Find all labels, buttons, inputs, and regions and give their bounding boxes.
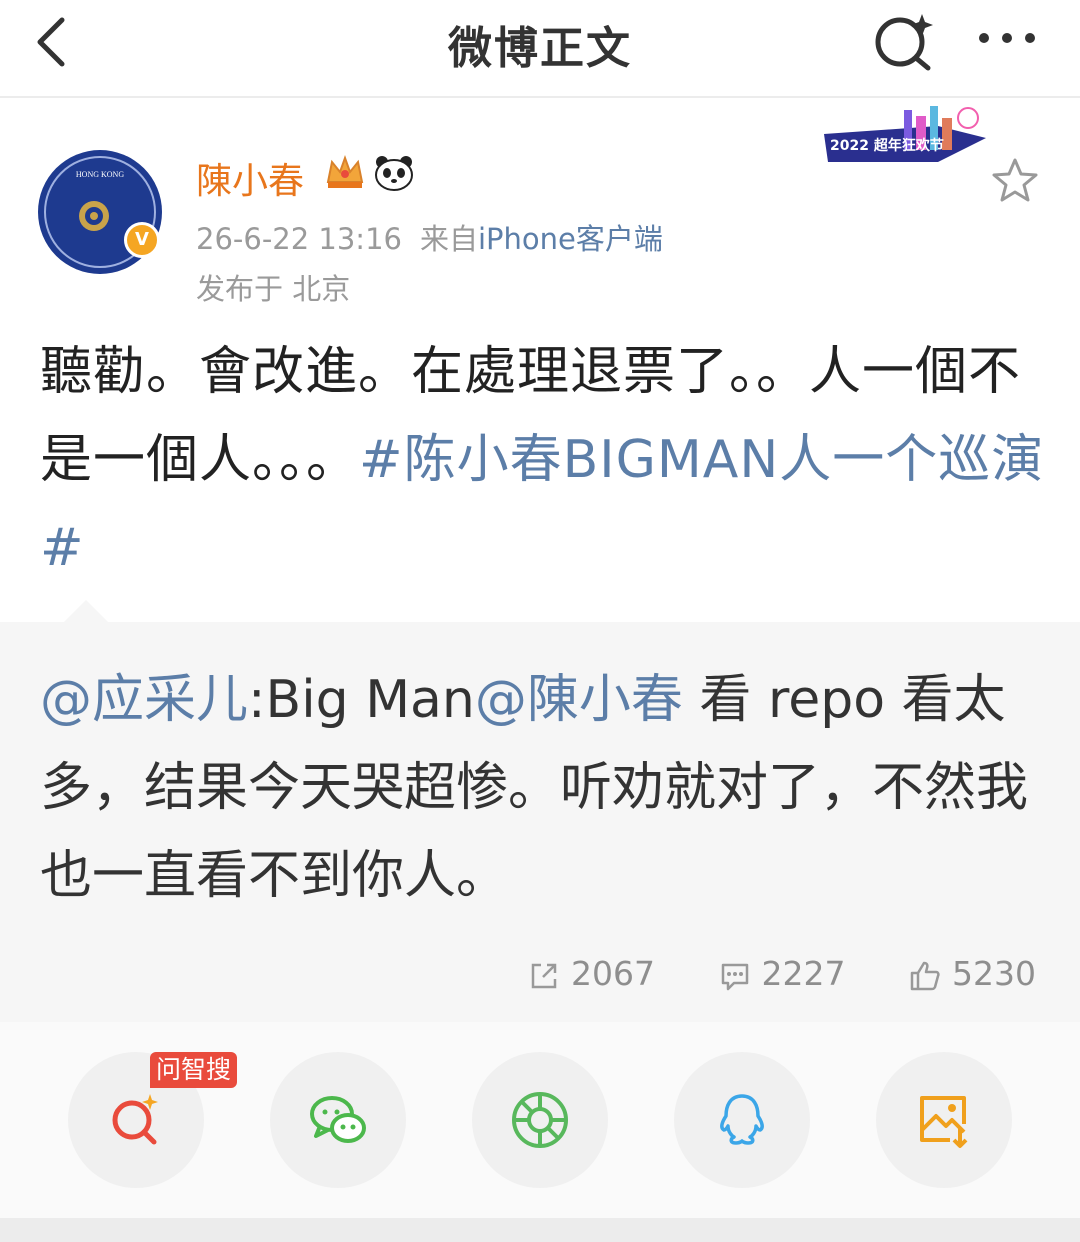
avatar-emblem-text: HONG KONG	[75, 170, 125, 179]
post-location: 发布于 北京	[196, 272, 351, 306]
search-sparkle-icon[interactable]	[868, 6, 940, 72]
ai-search-icon	[112, 1094, 158, 1145]
event-banner[interactable]: 2022 超年狂欢节	[818, 104, 990, 168]
post-content: 聽勸。會改進。在處理退票了。。人一個不是一個人。。。#陈小春BIGMAN人一个巡…	[40, 328, 1050, 592]
emblem-icon	[79, 201, 109, 231]
retweet-stats: 2067 2227 5230	[475, 952, 1036, 993]
comment-icon	[721, 963, 748, 990]
post-source[interactable]: iPhone客户端	[478, 222, 663, 256]
like-stat[interactable]: 5230	[908, 954, 1036, 993]
retweet-content: @应采儿:Big Man@陳小春 看 repo 看太多，结果今天哭超惨。听劝就对…	[40, 656, 1030, 920]
crown-badge-icon[interactable]	[324, 152, 366, 192]
comment-count: 2227	[761, 954, 846, 993]
repost-icon	[531, 963, 557, 988]
save-image-icon	[920, 1096, 968, 1148]
wechat-icon	[310, 1096, 366, 1143]
more-dots-icon[interactable]	[972, 14, 1042, 62]
like-count: 5230	[952, 954, 1036, 993]
wechat-share-button[interactable]	[270, 1052, 406, 1188]
save-image-button[interactable]	[876, 1052, 1012, 1188]
repost-stat[interactable]: 2067	[527, 954, 655, 993]
thumbs-up-icon	[910, 961, 940, 990]
share-bar: 问智搜	[0, 1022, 1080, 1218]
retweet-text-a: :Big Man	[248, 670, 475, 730]
qq-icon	[720, 1094, 764, 1145]
top-nav-bar: 微博正文	[0, 0, 1080, 98]
qq-share-button[interactable]	[674, 1052, 810, 1188]
moments-share-button[interactable]	[472, 1052, 608, 1188]
retweet-notch	[64, 600, 108, 622]
repost-count: 2067	[571, 954, 656, 993]
event-banner-label: 2022 超年狂欢节	[830, 137, 944, 154]
verified-badge: V	[124, 222, 160, 258]
comment-stat[interactable]: 2227	[718, 954, 846, 993]
post-meta: 26-6-22 13:16 来自iPhone客户端	[196, 216, 663, 258]
ai-search-tag: 问智搜	[150, 1052, 238, 1088]
mention-user[interactable]: @应采儿	[40, 670, 248, 730]
panda-badge-icon[interactable]	[372, 154, 416, 192]
source-prefix: 来自	[419, 222, 478, 256]
author-name[interactable]: 陳小春	[196, 152, 304, 204]
bottom-divider	[0, 1218, 1080, 1242]
mention-target[interactable]: @陳小春	[475, 670, 683, 730]
post-timestamp: 26-6-22 13:16	[196, 222, 402, 256]
favorite-star-icon[interactable]	[990, 156, 1040, 206]
moments-icon	[512, 1092, 568, 1148]
retweet-block[interactable]: @应采儿:Big Man@陳小春 看 repo 看太多，结果今天哭超惨。听劝就对…	[0, 600, 1080, 1022]
